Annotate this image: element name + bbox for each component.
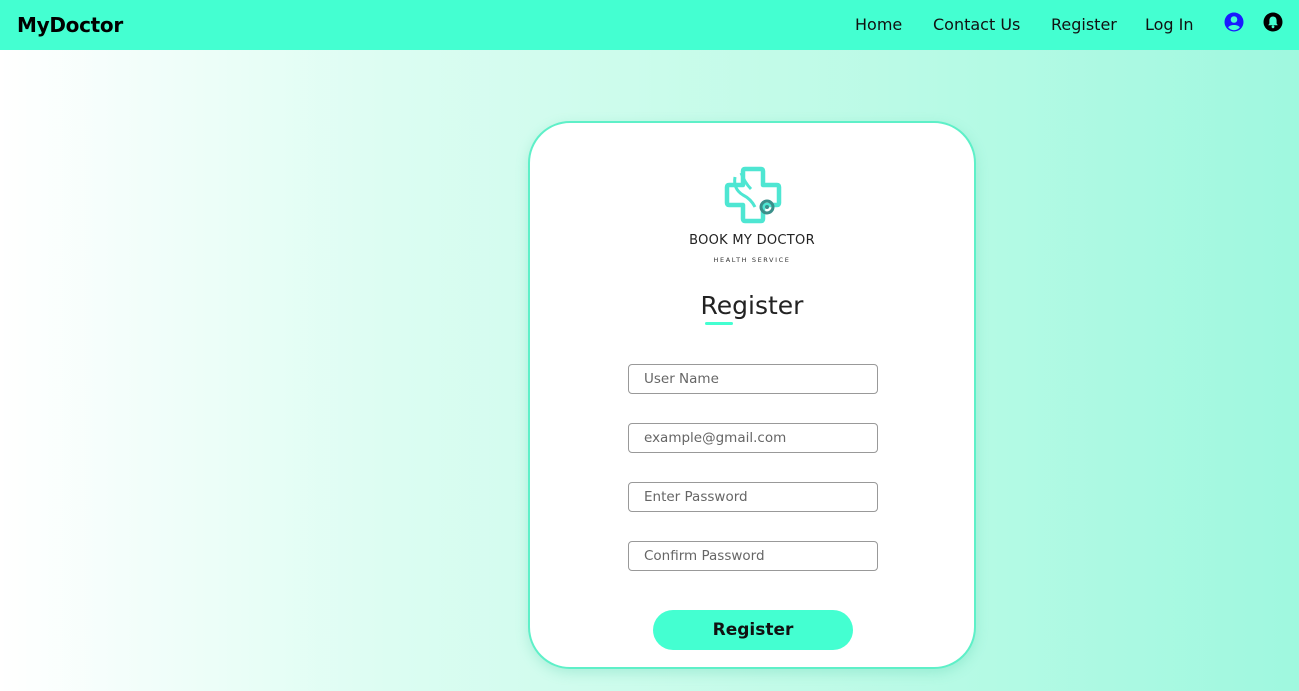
nav-links: Home Contact Us Register Log In	[0, 0, 1299, 50]
form-title: Register	[700, 291, 804, 320]
register-button[interactable]: Register	[653, 610, 853, 650]
logo-subtitle: HEALTH SERVICE	[713, 256, 791, 264]
top-navbar: MyDoctor Home Contact Us Register Log In	[0, 0, 1299, 50]
logo-title: BOOK MY DOCTOR	[689, 233, 815, 248]
nav-link-contact-us[interactable]: Contact Us	[933, 15, 1020, 34]
nav-link-home[interactable]: Home	[855, 15, 902, 34]
medical-cross-stethoscope-icon	[721, 163, 787, 229]
user-circle-icon[interactable]	[1224, 12, 1244, 32]
username-input[interactable]	[628, 364, 878, 394]
password-input[interactable]	[628, 482, 878, 512]
register-card: BOOK MY DOCTOR HEALTH SERVICE Register R…	[528, 121, 976, 669]
bell-icon[interactable]	[1263, 12, 1283, 32]
nav-link-login[interactable]: Log In	[1145, 15, 1194, 34]
nav-link-register[interactable]: Register	[1051, 15, 1117, 34]
title-underline	[705, 322, 733, 325]
confirm-password-input[interactable]	[628, 541, 878, 571]
email-input[interactable]	[628, 423, 878, 453]
